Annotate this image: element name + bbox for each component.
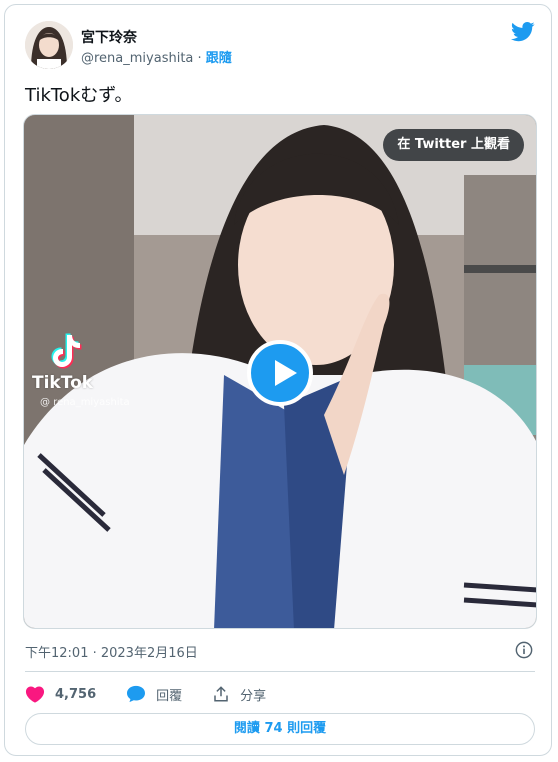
tiktok-logo-icon (51, 333, 82, 369)
share-button[interactable]: 分享 (212, 685, 266, 704)
author-handle-row: @rena_miyashita · 跟隨 (81, 47, 232, 66)
reply-bubble-icon (127, 685, 146, 703)
watch-on-twitter-button[interactable]: 在 Twitter 上觀看 (383, 129, 524, 161)
twitter-bird-icon[interactable] (511, 21, 535, 43)
read-replies-button[interactable]: 閱讀 74 則回覆 (25, 713, 535, 745)
tiktok-username: @ rena_miyashita (40, 397, 130, 408)
info-icon[interactable] (515, 641, 533, 659)
read-replies-prefix: 閱讀 (233, 721, 265, 736)
video-media[interactable]: TikTok @ rena_miyashita 在 Twitter 上觀看 (23, 114, 537, 629)
tiktok-brand-text: TikTok (32, 373, 94, 393)
tweet-timestamp[interactable]: 下午12:01 · 2023年2月16日 (25, 642, 198, 661)
divider (25, 671, 535, 672)
author-name[interactable]: 宮下玲奈 (81, 27, 137, 47)
avatar[interactable] (25, 21, 73, 69)
tweet-actions: 4,756 回覆 分享 (25, 681, 296, 707)
tweet-text: TikTokむず。 (25, 85, 133, 106)
avatar-image (25, 21, 73, 69)
read-replies-suffix: 則回覆 (282, 721, 327, 736)
tiktok-watermark: TikTok @ rena_miyashita (30, 329, 140, 419)
like-button[interactable]: 4,756 (25, 685, 96, 703)
handle-separator: · (193, 51, 206, 66)
reply-button[interactable]: 回覆 (126, 685, 182, 704)
share-label: 分享 (240, 688, 267, 704)
embedded-tweet-card: 宮下玲奈 @rena_miyashita · 跟隨 TikTokむず。 TikT… (4, 4, 552, 756)
follow-link[interactable]: 跟隨 (206, 51, 232, 66)
author-handle[interactable]: @rena_miyashita (81, 51, 193, 66)
reply-label: 回覆 (156, 688, 183, 704)
like-count: 4,756 (55, 686, 97, 702)
share-icon (214, 686, 228, 702)
play-icon[interactable] (247, 340, 313, 406)
read-replies-count: 74 (264, 721, 283, 736)
heart-icon (25, 686, 45, 703)
